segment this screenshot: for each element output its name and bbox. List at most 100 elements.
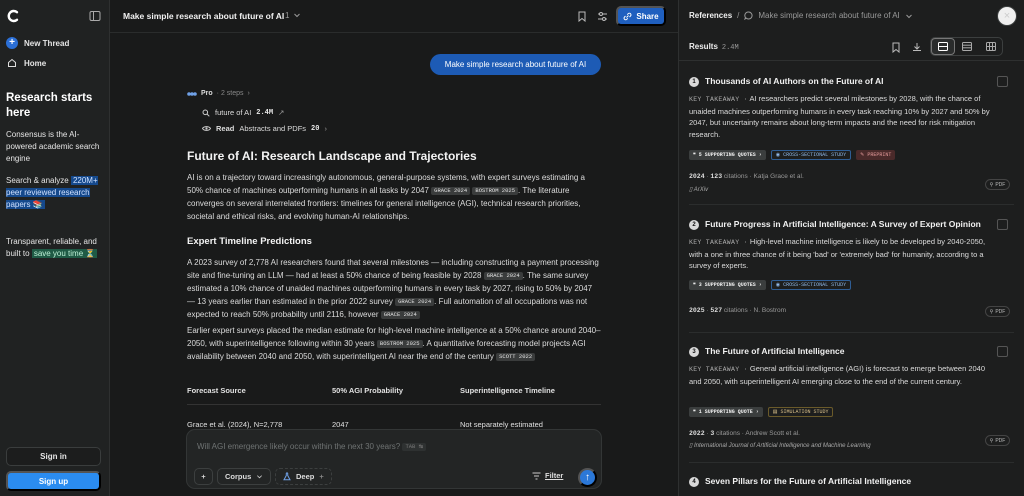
step-search-text: future of AI: [215, 108, 252, 117]
key-takeaway: KEY TAKEAWAY · AI researchers predict se…: [689, 93, 994, 140]
citation-badge[interactable]: BOSTROM 2025: [472, 187, 519, 195]
supporting-quotes-tag[interactable]: ❝ 1 SUPPORTING QUOTE ›: [689, 407, 763, 417]
home-link[interactable]: Home: [6, 57, 46, 69]
reference-citations: 3: [710, 430, 715, 437]
reference-card[interactable]: 1 Thousands of AI Authors on the Future …: [689, 76, 1014, 201]
pdf-label: PDF: [995, 181, 1006, 188]
reference-title[interactable]: Future Progress in Artificial Intelligen…: [705, 219, 981, 229]
reference-meta: 2025 · 527 citations · N. Bostrom: [689, 307, 787, 314]
step-read-text: Abstracts and PDFs: [239, 124, 307, 133]
thread-title[interactable]: Make simple research about future of AI: [123, 11, 284, 21]
list-view-icon[interactable]: [931, 38, 955, 55]
key-takeaway-label: KEY TAKEAWAY ·: [689, 96, 748, 103]
study-type-label: CROSS-SECTIONAL STUDY: [783, 282, 847, 288]
eye-icon: ◉: [775, 152, 781, 158]
quote-icon: ❝: [693, 282, 696, 288]
chevron-down-icon[interactable]: [293, 11, 301, 19]
share-button[interactable]: Share: [616, 6, 666, 26]
step-search[interactable]: future of AI 2.4M ↗: [202, 108, 284, 117]
preprint-tag: ✎ PREPRINT: [856, 150, 896, 160]
close-panel-button[interactable]: ×: [997, 6, 1017, 26]
table-divider: [187, 404, 601, 405]
citation-badge[interactable]: GRACE 2024: [483, 272, 523, 280]
composer-input[interactable]: Will AGI emergence likely occur within t…: [197, 442, 427, 451]
compact-view-icon[interactable]: [955, 38, 979, 55]
deep-mode-toggle[interactable]: Deep +: [275, 468, 332, 485]
reference-checkbox[interactable]: [997, 76, 1008, 87]
tab-hint-badge: TAB ↹: [402, 443, 427, 451]
eye-icon: ◉: [775, 282, 781, 288]
reference-title[interactable]: Seven Pillars for the Future of Artifici…: [705, 476, 911, 486]
filter-button[interactable]: Filter: [532, 471, 563, 480]
composer-placeholder: Will AGI emergence likely occur within t…: [197, 442, 401, 451]
table-cell: Not separately estimated: [460, 420, 543, 429]
pdf-badge[interactable]: ⚲ PDF: [985, 435, 1010, 446]
filter-label: Filter: [545, 471, 564, 480]
table-header: Forecast Source: [187, 386, 246, 395]
study-type-tag: ▤ SIMULATION STUDY: [767, 407, 834, 417]
sign-in-button[interactable]: Sign in: [6, 447, 101, 466]
reference-authors: Andrew Scott et al.: [745, 430, 800, 437]
download-icon[interactable]: [911, 41, 923, 53]
reference-checkbox[interactable]: [997, 346, 1008, 357]
reference-card[interactable]: 4 Seven Pillars for the Future of Artifi…: [689, 476, 1014, 492]
pro-steps-row[interactable]: Pro · 2 steps ›: [187, 90, 250, 97]
reference-card[interactable]: 2 Future Progress in Artificial Intellig…: [689, 219, 1014, 329]
send-button[interactable]: ↑: [578, 468, 597, 487]
supporting-quotes-tag[interactable]: ❝ 3 SUPPORTING QUOTES ›: [689, 280, 766, 290]
bookmark-icon[interactable]: [576, 10, 588, 22]
study-type-label: SIMULATION STUDY: [780, 409, 829, 415]
corpus-select[interactable]: Corpus: [217, 468, 272, 485]
results-label: Results: [689, 42, 718, 51]
pdf-badge[interactable]: ⚲ PDF: [985, 179, 1010, 190]
results-count-row: Results 2.4M: [689, 42, 739, 52]
study-type-tag: ◉ CROSS-SECTIONAL STUDY: [770, 150, 852, 160]
new-thread-button[interactable]: + New Thread: [6, 37, 69, 49]
pdf-badge[interactable]: ⚲ PDF: [985, 306, 1010, 317]
pdf-label: PDF: [995, 308, 1006, 315]
main-thread: Make simple research about future of AI …: [110, 0, 678, 496]
bookmark-icon[interactable]: [890, 41, 902, 53]
reference-number: 1: [689, 77, 699, 87]
citation-badge[interactable]: BOSTROM 2025: [376, 340, 423, 348]
step-read[interactable]: Read Abstracts and PDFs 20 ›: [202, 124, 327, 133]
promo-text-2: Search & analyze 220M+ peer reviewed res…: [6, 175, 106, 211]
view-toggle: [930, 37, 1003, 56]
home-icon: [6, 57, 18, 69]
reference-title[interactable]: Thousands of AI Authors on the Future of…: [705, 76, 883, 86]
supporting-quotes-tag[interactable]: ❝ 5 SUPPORTING QUOTES ›: [689, 150, 766, 160]
reference-card[interactable]: 3 The Future of Artificial Intelligence …: [689, 346, 1014, 456]
chevron-down-icon[interactable]: [905, 12, 913, 20]
key-takeaway: KEY TAKEAWAY · General artificial intell…: [689, 363, 994, 387]
plus-icon: +: [201, 472, 206, 481]
citation-badge[interactable]: GRACE 2024: [395, 298, 435, 306]
references-subtitle[interactable]: Make simple research about future of AI: [758, 11, 899, 20]
citation-badge[interactable]: SCOTT 2022: [496, 353, 536, 361]
consensus-logo-icon[interactable]: [6, 9, 20, 23]
supporting-quotes-label: 1 SUPPORTING QUOTE ›: [698, 409, 759, 415]
table-view-icon[interactable]: [979, 38, 1003, 55]
sidebar-toggle-icon[interactable]: [89, 10, 101, 22]
reference-title[interactable]: The Future of Artificial Intelligence: [705, 346, 844, 356]
step-read-label: Read: [216, 124, 235, 133]
share-label: Share: [636, 11, 659, 21]
references-title: References: [689, 11, 733, 20]
citation-badge[interactable]: GRACE 2024: [431, 187, 471, 195]
reference-number: 3: [689, 347, 699, 357]
sign-up-button[interactable]: Sign up: [6, 471, 101, 491]
promo-highlight-time: save you time ⏳: [31, 249, 98, 258]
chat-bubble-icon: [744, 11, 753, 20]
step-search-count: 2.4M: [256, 108, 274, 117]
breadcrumb-separator: /: [737, 11, 740, 20]
reference-checkbox[interactable]: [997, 219, 1008, 230]
attach-button[interactable]: +: [194, 468, 213, 485]
reference-number: 4: [689, 477, 699, 487]
citations-label: citations: [716, 430, 740, 437]
reference-journal: ▯ International Journal of Artificial In…: [689, 442, 871, 449]
composer[interactable]: Will AGI emergence likely occur within t…: [186, 429, 602, 489]
settings-sliders-icon[interactable]: [596, 10, 608, 22]
results-count: 2.4M: [721, 44, 739, 52]
citation-badge[interactable]: GRACE 2024: [380, 311, 420, 319]
table-cell: 2047: [332, 420, 349, 429]
references-header: References / Make simple research about …: [689, 11, 913, 20]
